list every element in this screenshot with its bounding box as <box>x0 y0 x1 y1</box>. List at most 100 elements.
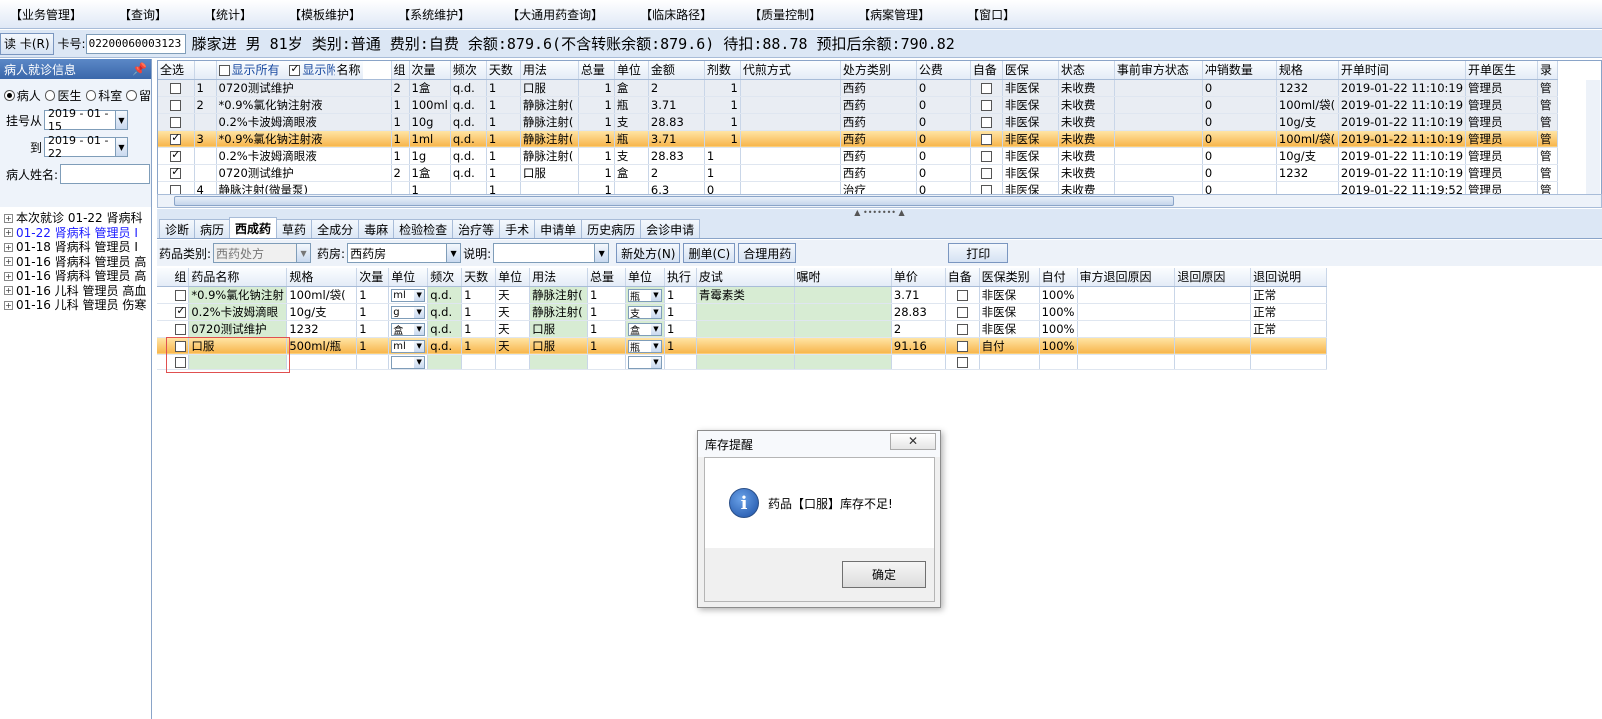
tab-8[interactable]: 手术 <box>499 219 536 238</box>
row-checkbox[interactable] <box>170 149 182 162</box>
expand-icon[interactable]: + <box>4 228 13 238</box>
cell-tu[interactable]: 盒 ▼ <box>625 320 665 338</box>
scroll-thumb[interactable] <box>174 196 1174 206</box>
cell-empty[interactable] <box>356 354 390 370</box>
expand-icon[interactable]: + <box>4 300 13 310</box>
cell-self-supply[interactable] <box>970 79 1003 97</box>
menu-item-4[interactable]: 【系统维护】 <box>398 6 470 23</box>
cell-du[interactable]: ml ▼ <box>388 286 429 304</box>
menu-item-0[interactable]: 【业务管理】 <box>10 6 82 23</box>
tab-6[interactable]: 检验检查 <box>393 219 454 238</box>
menu-item-3[interactable]: 【模板维护】 <box>289 6 361 23</box>
cell-empty[interactable] <box>529 354 589 370</box>
row-checkbox[interactable] <box>175 305 187 318</box>
cell-empty[interactable] <box>945 354 980 370</box>
chevron-down-icon[interactable]: ▼ <box>114 111 127 129</box>
reg-to-date[interactable]: 2019 - 01 - 22 ▼ <box>44 134 128 160</box>
expand-icon[interactable]: + <box>4 257 13 267</box>
visit-tree-item[interactable]: + 本次就诊 01-22 肾病科 <box>0 211 151 226</box>
radio-stay[interactable] <box>126 89 137 101</box>
chevron-down-icon[interactable]: ▼ <box>414 323 425 335</box>
note-select[interactable]: ▼ <box>493 243 610 263</box>
cell-empty[interactable] <box>1250 354 1327 370</box>
vertical-scrollbar[interactable] <box>1586 80 1600 194</box>
cell-self-supply[interactable] <box>945 320 980 338</box>
menu-item-2[interactable]: 【统计】 <box>204 6 252 23</box>
row-select[interactable] <box>158 79 195 97</box>
menu-item-6[interactable]: 【临床路径】 <box>640 6 712 23</box>
row-select[interactable] <box>158 147 195 165</box>
row-select[interactable] <box>158 130 195 148</box>
row-checkbox[interactable] <box>175 289 187 301</box>
read-card-button[interactable]: 读 卡(R) <box>0 32 54 55</box>
menu-item-9[interactable]: 【窗口】 <box>967 6 1015 23</box>
pin-icon[interactable]: 📌 <box>132 62 147 76</box>
cell-empty[interactable] <box>461 354 497 370</box>
tab-2[interactable]: 西成药 <box>229 217 278 238</box>
tab-9[interactable]: 申请单 <box>534 219 583 238</box>
cell-empty[interactable] <box>1039 354 1078 370</box>
cell-empty[interactable] <box>427 354 463 370</box>
reg-from-date[interactable]: 2019 - 01 - 15 ▼ <box>44 107 128 133</box>
chevron-down-icon[interactable]: ▼ <box>594 244 609 262</box>
unit-select[interactable]: ml ▼ <box>391 288 426 302</box>
medicine-row[interactable]: 0.2%卡波姆滴眼10g/支1g▼q.d.1天静脉注射(1支▼128.83非医保… <box>157 303 1327 321</box>
expand-icon[interactable]: + <box>4 286 13 296</box>
cell-du[interactable]: g ▼ <box>388 303 429 321</box>
medicine-row[interactable]: *0.9%氯化钠注射 100ml/袋(1 ml ▼ q.d. 1 天静脉注射(1 瓶 ▼ 1 青霉素… <box>157 286 1327 304</box>
ok-button[interactable]: 确定 <box>842 561 926 588</box>
unit-select[interactable]: ▼ <box>627 355 662 368</box>
expand-icon[interactable]: + <box>4 213 13 223</box>
drug-category-select[interactable]: 西药处方 ▼ <box>213 243 312 263</box>
cell-empty[interactable] <box>286 354 358 370</box>
chevron-down-icon[interactable]: ▼ <box>650 356 661 368</box>
summary-row[interactable]: 2 *0.9%氯化钠注射液 1 100ml q.d. 1 静脉注射(1 瓶 3.71 1 西药 0 非医… <box>158 96 1559 114</box>
unit-select[interactable]: g ▼ <box>391 305 426 319</box>
cell-empty[interactable] <box>495 354 531 370</box>
cell-self-supply[interactable] <box>970 164 1003 182</box>
show-all-checkbox[interactable] <box>218 65 230 77</box>
visit-tree-item[interactable]: +01-16 肾病科 管理员 高 <box>0 269 151 284</box>
visit-tree-item[interactable]: +01-18 肾病科 管理员 I <box>0 240 151 255</box>
visit-tree-item[interactable]: +01-22 肾病科 管理员 I <box>0 226 151 241</box>
chevron-down-icon[interactable]: ▼ <box>414 340 425 352</box>
row-checkbox[interactable] <box>170 166 182 179</box>
splitter-handle[interactable]: ▲ ••••••• ▲ <box>157 209 1602 217</box>
expand-icon[interactable]: + <box>4 271 13 281</box>
cell-empty[interactable] <box>979 354 1040 370</box>
tab-5[interactable]: 毒麻 <box>358 219 395 238</box>
cell-empty[interactable] <box>891 354 946 370</box>
self-supply-checkbox[interactable] <box>980 82 992 94</box>
unit-select[interactable]: ▼ <box>391 355 426 368</box>
tab-11[interactable]: 会诊申请 <box>640 219 701 238</box>
cell-self-supply[interactable] <box>945 337 980 355</box>
radio-department[interactable] <box>85 89 97 101</box>
cell-du[interactable]: 盒 ▼ <box>388 320 429 338</box>
chevron-down-icon[interactable]: ▼ <box>114 138 127 156</box>
visit-tree-item[interactable]: +01-16 儿科 管理员 伤寒 <box>0 298 151 313</box>
cell-empty[interactable]: ▼ <box>625 354 665 370</box>
summary-row[interactable]: 0.2%卡波姆滴眼液11gq.d.1静脉注射(1支28.831西药0非医保未收费… <box>158 147 1559 165</box>
menu-item-5[interactable]: 【大通用药查询】 <box>507 6 603 23</box>
rational-drug-button[interactable]: 合理用药 <box>738 243 797 263</box>
self-supply-checkbox[interactable] <box>956 306 968 318</box>
row-checkbox[interactable] <box>170 116 182 128</box>
summary-row[interactable]: 1 0720测试维护 2 1盒 q.d. 1 口服 1 盒 2 1 西药 0 非医保 未收费 0 1232 201… <box>158 79 1559 97</box>
tab-10[interactable]: 历史病历 <box>581 219 642 238</box>
unit-select[interactable]: 支 ▼ <box>627 305 662 319</box>
visit-tree-item[interactable]: +01-16 肾病科 管理员 高 <box>0 255 151 270</box>
row-checkbox[interactable] <box>170 132 182 145</box>
cell-empty[interactable]: ▼ <box>388 354 429 370</box>
show-extra-checkbox[interactable] <box>289 63 301 77</box>
menu-item-7[interactable]: 【质量控制】 <box>749 6 821 23</box>
cell-self-supply[interactable] <box>970 130 1003 148</box>
chevron-down-icon[interactable]: ▼ <box>650 323 661 335</box>
unit-select[interactable]: 瓶 ▼ <box>627 288 662 302</box>
medicine-row[interactable]: 0720测试维护 1232 1 盒 ▼ q.d. 1 天口服 1 盒 ▼ 1 2 非医保 100% 正常 <box>157 320 1327 338</box>
medicine-row[interactable]: 口服 500ml/瓶 1 ml ▼ q.d. 1 天口服 1 瓶 ▼ 1 91.16 自付 100% <box>157 337 1327 355</box>
expand-icon[interactable]: + <box>4 242 13 252</box>
self-supply-checkbox[interactable] <box>980 99 992 111</box>
row-select[interactable] <box>157 286 190 304</box>
row-select[interactable] <box>157 303 190 321</box>
chevron-down-icon[interactable]: ▼ <box>296 244 311 262</box>
